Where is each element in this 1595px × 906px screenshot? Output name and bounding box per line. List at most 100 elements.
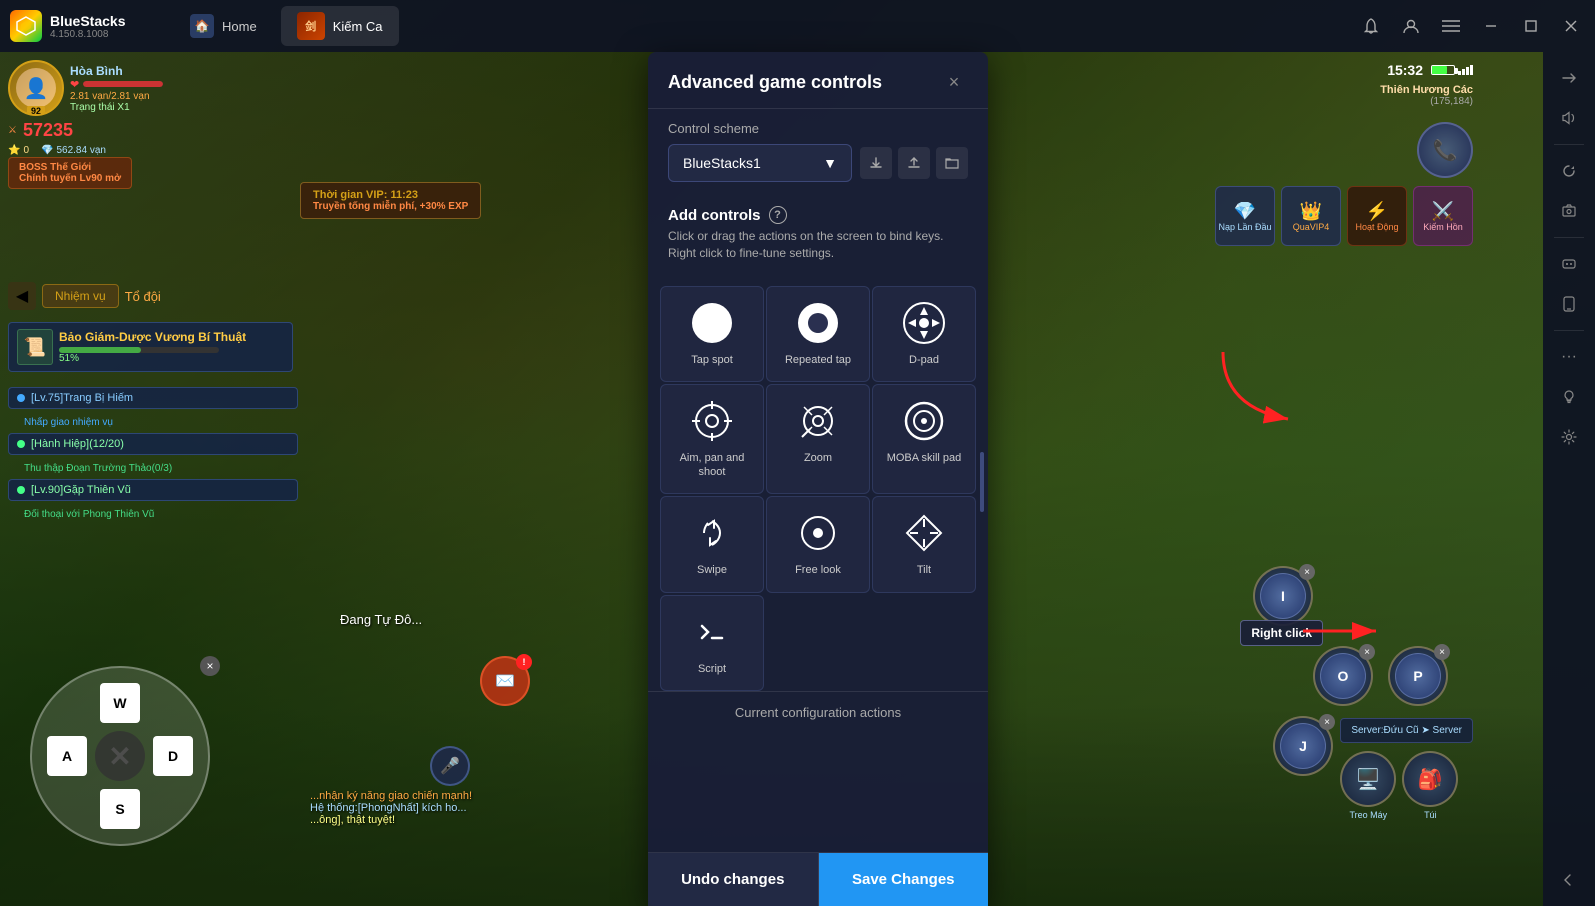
dpad-label: D-pad bbox=[909, 353, 939, 367]
help-icon[interactable]: ? bbox=[769, 206, 787, 224]
game-btn-1[interactable]: 📞 bbox=[1417, 122, 1473, 178]
quest-nav-label: Nhiệm vụ bbox=[55, 289, 106, 303]
skill-i-close[interactable]: × bbox=[1299, 564, 1315, 580]
dpad-container[interactable]: W S A D ✕ × bbox=[30, 666, 210, 846]
sidebar-bulb-icon[interactable] bbox=[1551, 379, 1587, 415]
dpad-left[interactable]: A bbox=[47, 736, 87, 776]
sidebar-more-icon[interactable]: ··· bbox=[1551, 339, 1587, 375]
sidebar-divider-2 bbox=[1554, 237, 1584, 238]
dpad-icon bbox=[902, 301, 946, 345]
controls-grid: Tap spot Repeated tap bbox=[648, 286, 988, 691]
player-name: Hòa Bình bbox=[70, 64, 163, 78]
nav-area: ◀ Nhiệm vụ Tổ đội bbox=[8, 282, 161, 310]
control-moba-skill-pad[interactable]: MOBA skill pad bbox=[872, 384, 976, 495]
sidebar-screenshot-icon[interactable] bbox=[1551, 193, 1587, 229]
control-swipe[interactable]: Swipe bbox=[660, 496, 764, 592]
quest-item-3: [Lv.90]Gặp Thiên Vũ bbox=[8, 479, 298, 501]
scheme-chevron-icon: ▼ bbox=[823, 155, 837, 171]
current-config-section: Current configuration actions bbox=[648, 691, 988, 734]
tab-kiem-ca-label: Kiếm Ca bbox=[333, 19, 383, 34]
script-icon bbox=[690, 610, 734, 654]
scheme-row: BlueStacks1 ▼ bbox=[668, 144, 968, 182]
skill-key-p-area: P × bbox=[1388, 646, 1448, 706]
control-tilt[interactable]: Tilt bbox=[872, 496, 976, 592]
maximize-icon[interactable] bbox=[1517, 12, 1545, 40]
dpad-down[interactable]: S bbox=[100, 789, 140, 829]
menu-icon[interactable] bbox=[1437, 12, 1465, 40]
tab-kiem-ca[interactable]: 剑 Kiếm Ca bbox=[281, 6, 399, 46]
top-icon-row: 📞 bbox=[1215, 122, 1473, 178]
game-tui[interactable]: 🎒 Túi bbox=[1402, 751, 1458, 820]
server-btn[interactable]: Server:Đứu Cũ ➤ Server bbox=[1340, 718, 1473, 743]
app-version: 4.150.8.1008 bbox=[50, 29, 125, 40]
dpad-close-btn[interactable]: × bbox=[200, 656, 220, 676]
control-zoom[interactable]: Zoom bbox=[766, 384, 870, 495]
skill-o-close[interactable]: × bbox=[1359, 644, 1375, 660]
sidebar-back-icon[interactable] bbox=[1551, 862, 1587, 898]
panel-close-btn[interactable]: × bbox=[940, 68, 968, 96]
scheme-folder-icon[interactable] bbox=[936, 147, 968, 179]
right-click-label: Right click bbox=[1240, 620, 1323, 646]
control-tap-spot[interactable]: Tap spot bbox=[660, 286, 764, 382]
repeated-tap-icon bbox=[796, 301, 840, 345]
swipe-label: Swipe bbox=[697, 563, 727, 577]
scheme-download-icon[interactable] bbox=[860, 147, 892, 179]
boss-banner: BOSS Thế Giới Chính tuyến Lv90 mở bbox=[8, 157, 132, 189]
bottom-right-skills: Server:Đứu Cũ ➤ Server 🖥️ Treo Máy 🎒 Túi bbox=[1340, 718, 1473, 826]
notification-bell-icon[interactable] bbox=[1357, 12, 1385, 40]
vip-time: Thời gian VIP: 11:23 bbox=[313, 189, 468, 201]
sidebar-expand-icon[interactable] bbox=[1551, 60, 1587, 96]
add-controls-desc: Click or drag the actions on the screen … bbox=[668, 228, 968, 262]
control-script[interactable]: Script bbox=[660, 595, 764, 691]
save-changes-button[interactable]: Save Changes bbox=[819, 853, 989, 906]
sidebar-phone-icon[interactable] bbox=[1551, 286, 1587, 322]
dpad-circle[interactable]: W S A D ✕ bbox=[30, 666, 210, 846]
quest-dot-2 bbox=[17, 440, 25, 448]
dpad-right[interactable]: D bbox=[153, 736, 193, 776]
control-aim-pan-shoot[interactable]: Aim, pan and shoot bbox=[660, 384, 764, 495]
undo-changes-button[interactable]: Undo changes bbox=[648, 853, 819, 906]
vip-notification: Thời gian VIP: 11:23 Truyền tống miễn ph… bbox=[300, 182, 481, 219]
scheme-value: BlueStacks1 bbox=[683, 155, 761, 171]
game-btn-nap[interactable]: 💎 Nạp Lần Đầu bbox=[1215, 186, 1275, 246]
game-btn-vip[interactable]: 👑 QuaVIP4 bbox=[1281, 186, 1341, 246]
close-window-icon[interactable] bbox=[1557, 12, 1585, 40]
sidebar-volume-icon[interactable] bbox=[1551, 100, 1587, 136]
scheme-select-dropdown[interactable]: BlueStacks1 ▼ bbox=[668, 144, 852, 182]
team-label: Tổ đội bbox=[125, 289, 161, 304]
microphone-btn[interactable]: 🎤 bbox=[430, 746, 470, 786]
control-free-look[interactable]: Free look bbox=[766, 496, 870, 592]
moba-skill-pad-icon bbox=[902, 399, 946, 443]
minimize-icon[interactable] bbox=[1477, 12, 1505, 40]
game-status-text: Đang Tự Đô... bbox=[340, 612, 422, 627]
skill-j-close[interactable]: × bbox=[1319, 714, 1335, 730]
control-repeated-tap[interactable]: Repeated tap bbox=[766, 286, 870, 382]
top-right-game-info: 15:32 Thiên Hương Các (175,184) bbox=[1380, 62, 1473, 107]
game-btn-hoatdong[interactable]: ⚡ Hoạt Động bbox=[1347, 186, 1407, 246]
game-treo-may[interactable]: 🖥️ Treo Máy bbox=[1340, 751, 1396, 820]
sidebar-gamepad-icon[interactable] bbox=[1551, 246, 1587, 282]
logo-text-area: BlueStacks 4.150.8.1008 bbox=[50, 13, 125, 40]
top-bar: BlueStacks 4.150.8.1008 🏠 Home 剑 Kiếm Ca bbox=[0, 0, 1595, 52]
tab-home[interactable]: 🏠 Home bbox=[174, 8, 273, 44]
mail-btn[interactable]: ✉️ ! bbox=[480, 656, 530, 706]
tab-home-label: Home bbox=[222, 19, 257, 34]
skill-p-close[interactable]: × bbox=[1434, 644, 1450, 660]
panel-header: Advanced game controls × bbox=[648, 52, 988, 109]
scheme-upload-icon[interactable] bbox=[898, 147, 930, 179]
moba-skill-pad-label: MOBA skill pad bbox=[887, 451, 962, 465]
middle-icon-row: 💎 Nạp Lần Đầu 👑 QuaVIP4 ⚡ Hoạt Động ⚔️ K… bbox=[1215, 186, 1473, 246]
account-icon[interactable] bbox=[1397, 12, 1425, 40]
add-controls-title: Add controls ? bbox=[668, 206, 968, 224]
repeated-tap-label: Repeated tap bbox=[785, 353, 851, 367]
dpad-up[interactable]: W bbox=[100, 683, 140, 723]
back-btn[interactable]: ◀ bbox=[8, 282, 36, 310]
combat-power: 57235 bbox=[23, 120, 73, 141]
player-stats: Hòa Bình ❤ 2.81 vạn/2.81 vạn Trạng thái … bbox=[70, 64, 163, 113]
zoom-label: Zoom bbox=[804, 451, 832, 465]
sidebar-rotate-icon[interactable] bbox=[1551, 153, 1587, 189]
sidebar-settings-icon[interactable] bbox=[1551, 419, 1587, 455]
control-dpad[interactable]: D-pad bbox=[872, 286, 976, 382]
game-btn-kiemhon[interactable]: ⚔️ Kiếm Hồn bbox=[1413, 186, 1473, 246]
quest-nav-btn[interactable]: Nhiệm vụ bbox=[42, 284, 119, 308]
